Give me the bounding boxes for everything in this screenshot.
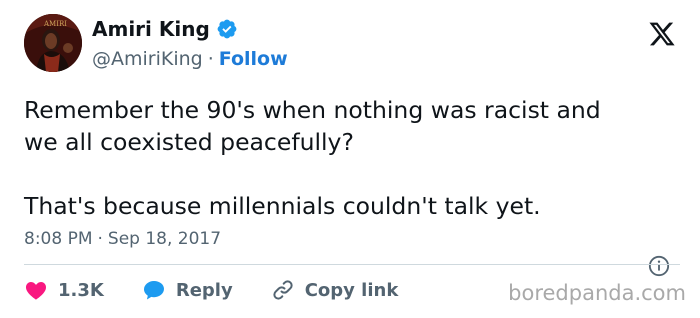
tweet-timestamp[interactable]: 8:08 PM · Sep 18, 2017 [24, 229, 221, 249]
reply-button[interactable]: Reply [142, 278, 233, 302]
like-count: 1.3K [58, 279, 104, 301]
tweet-date: Sep 18, 2017 [107, 229, 222, 249]
timestamp-separator: · [97, 229, 103, 249]
follow-button[interactable]: Follow [219, 48, 288, 70]
link-icon [273, 280, 293, 300]
tweet-time: 8:08 PM [24, 229, 93, 249]
watermark: boredpanda.com [508, 281, 686, 305]
x-logo-icon[interactable] [648, 20, 676, 48]
heart-icon [25, 282, 47, 300]
reply-label: Reply [175, 279, 233, 301]
tweet-text-line: we all coexisted peacefully? [24, 128, 354, 156]
action-bar: 1.3K Reply Copy link [24, 276, 436, 304]
avatar[interactable]: AMIRI [24, 14, 82, 72]
tweet-card: AMIRI Amiri King @AmiriKing · Follow Rem… [0, 0, 700, 318]
author-name-row: Amiri King [92, 17, 238, 41]
tweet-text: Remember the 90's when nothing was racis… [24, 94, 674, 222]
svg-text:AMIRI: AMIRI [43, 20, 67, 28]
speech-bubble-icon [143, 281, 164, 300]
like-button[interactable]: 1.3K [24, 278, 104, 302]
profile-photo-icon: AMIRI [24, 14, 82, 72]
divider [24, 264, 680, 265]
copy-link-label: Copy link [304, 279, 399, 301]
info-icon[interactable] [648, 255, 670, 277]
verified-badge-icon [216, 18, 238, 40]
author-handle[interactable]: @AmiriKing [92, 48, 203, 70]
copy-link-button[interactable]: Copy link [271, 278, 399, 302]
author-display-name[interactable]: Amiri King [92, 17, 210, 41]
tweet-text-line: Remember the 90's when nothing was racis… [24, 96, 601, 124]
tweet-text-line: That's because millennials couldn't talk… [24, 192, 541, 220]
author-handle-row: @AmiriKing · Follow [92, 48, 288, 70]
handle-separator: · [207, 48, 214, 70]
